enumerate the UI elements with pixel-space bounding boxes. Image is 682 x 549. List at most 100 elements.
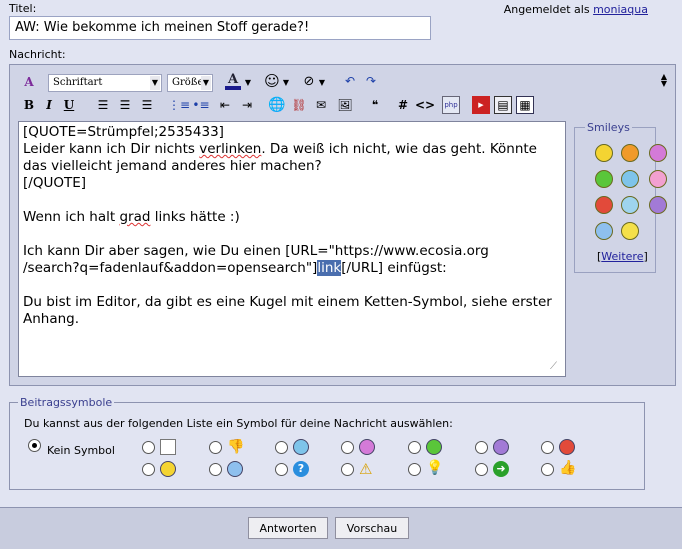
chevron-down-icon[interactable]: ▼ [243, 73, 253, 91]
username-link[interactable]: moniaqua [593, 3, 648, 16]
radio-post-icon[interactable] [209, 463, 222, 476]
radio-post-icon[interactable] [475, 441, 488, 454]
table-icon[interactable]: ▦ [516, 96, 534, 114]
attachment-icon[interactable]: ⊘ [300, 72, 318, 90]
email-link-icon[interactable]: ✉ [312, 96, 330, 114]
smile-icon[interactable] [595, 144, 613, 162]
message-line: /search?q=fadenlauf&addon=opensearch"] [23, 260, 318, 276]
preview-button[interactable]: Vorschau [335, 517, 409, 539]
login-prefix: Angemeldet als [503, 3, 590, 16]
warning-icon: ⚠ [359, 460, 373, 478]
indent-icon[interactable]: ⇥ [238, 96, 256, 114]
wink-icon [293, 439, 309, 455]
message-line: Anhang. [23, 311, 80, 327]
unordered-list-icon[interactable]: •≡ [192, 96, 210, 114]
mad-icon [559, 439, 575, 455]
radio-post-icon[interactable] [408, 463, 421, 476]
underline-button[interactable]: U [60, 96, 78, 114]
message-line: Leider kann ich Dir nichts [23, 141, 200, 157]
message-line: Ich kann Dir aber sagen, wie Du einen [U… [23, 243, 489, 259]
message-line: . Da weiß ich nicht, wie das geht. Könnt… [261, 141, 537, 157]
frown-icon[interactable] [621, 196, 639, 214]
align-left-icon[interactable]: ☰ [94, 96, 112, 114]
youtube-icon[interactable]: ▶ [472, 96, 490, 114]
italic-button[interactable]: I [40, 96, 58, 114]
radio-post-icon[interactable] [408, 441, 421, 454]
align-right-icon[interactable]: ☰ [138, 96, 156, 114]
php-icon[interactable]: php [442, 96, 460, 114]
more-smileys: [Weitere] [597, 250, 648, 263]
lightbulb-icon: 💡 [426, 460, 444, 476]
font-select[interactable]: Schriftart ▼ [48, 74, 162, 92]
text-color-icon[interactable]: A [222, 72, 244, 90]
chevron-down-icon[interactable]: ▼ [317, 73, 327, 91]
code-button[interactable]: # [394, 96, 412, 114]
bracket: ] [643, 250, 648, 263]
align-center-icon[interactable]: ☰ [116, 96, 134, 114]
message-line: [QUOTE=Strümpfel;2535433] [23, 124, 224, 140]
bold-button[interactable]: B [20, 96, 38, 114]
smileys-box: Smileys [Weitere] [574, 121, 667, 273]
post-icons-box: Beitragssymbole Du kannst aus der folgen… [9, 396, 645, 490]
eek-icon[interactable] [649, 196, 667, 214]
message-line: [/URL] einfügst: [341, 260, 447, 276]
switch-mode-icon[interactable]: ▤ [494, 96, 512, 114]
frown-icon [493, 439, 509, 455]
radio-post-icon[interactable] [341, 441, 354, 454]
font-select-value: Schriftart [53, 77, 103, 88]
message-line: Du bist im Editor, da gibt es eine Kugel… [23, 294, 552, 310]
radio-post-icon[interactable] [209, 441, 222, 454]
misspelled-word: grad [119, 209, 151, 225]
grin-icon [426, 439, 442, 455]
chevron-down-icon[interactable]: ▼ [281, 73, 291, 91]
thumbs-down-icon: 👎 [227, 439, 245, 455]
message-line: Wenn ich halt [23, 209, 120, 225]
ordered-list-icon[interactable]: ⋮≡ [168, 96, 190, 114]
insert-link-icon[interactable]: 🌐 [268, 96, 286, 114]
message-textarea[interactable]: [QUOTE=Strümpfel;2535433] Leider kann ic… [18, 121, 566, 377]
smiley-menu-icon[interactable]: ☺ [263, 72, 281, 90]
redo-icon[interactable]: ↷ [362, 72, 380, 90]
grin-icon[interactable] [595, 170, 613, 188]
size-select-value: Größe [172, 77, 204, 88]
radio-post-icon[interactable] [475, 463, 488, 476]
question-icon: ? [293, 461, 309, 477]
title-label: Titel: [9, 2, 37, 15]
unlink-icon[interactable]: ⛓ [290, 96, 308, 114]
editor: A Schriftart ▼ Größe ▼ A ▼ ☺ ▼ ⊘ ▼ ↶ ↷ ▲… [9, 64, 676, 386]
rolleyes-icon[interactable] [595, 222, 613, 240]
message-line: [/QUOTE] [23, 175, 86, 191]
confused-icon[interactable] [621, 144, 639, 162]
undo-icon[interactable]: ↶ [341, 72, 359, 90]
cool-icon[interactable] [621, 222, 639, 240]
radio-post-icon[interactable] [541, 441, 554, 454]
radio-post-icon[interactable] [341, 463, 354, 476]
remove-format-icon[interactable]: A [20, 73, 38, 91]
resize-toggle-icon[interactable]: ▲ ▼ [655, 71, 673, 89]
more-smileys-link[interactable]: Weitere [601, 250, 643, 263]
resize-grip-icon[interactable]: ⟋ [550, 361, 564, 375]
big-grin-icon [359, 439, 375, 455]
radio-no-symbol[interactable] [28, 439, 41, 452]
radio-post-icon[interactable] [275, 441, 288, 454]
misspelled-word: verlinken [199, 141, 262, 157]
insert-image-icon[interactable]: 🖼 [336, 96, 354, 114]
arrow-right-icon: ➜ [493, 461, 509, 477]
size-select[interactable]: Größe ▼ [167, 74, 213, 92]
radio-post-icon[interactable] [142, 463, 155, 476]
outdent-icon[interactable]: ⇤ [216, 96, 234, 114]
submit-button[interactable]: Antworten [248, 517, 328, 539]
cool-icon [227, 461, 243, 477]
html-button[interactable]: <> [415, 96, 435, 114]
message-label: Nachricht: [9, 48, 66, 61]
radio-post-icon[interactable] [541, 463, 554, 476]
wink-icon[interactable] [621, 170, 639, 188]
post-icons-instruction: Du kannst aus der folgenden Liste ein Sy… [24, 417, 453, 430]
mad-icon[interactable] [595, 196, 613, 214]
radio-post-icon[interactable] [142, 441, 155, 454]
radio-post-icon[interactable] [275, 463, 288, 476]
quote-icon[interactable]: ❝ [366, 96, 384, 114]
title-input[interactable]: AW: Wie bekomme ich meinen Stoff gerade?… [9, 16, 431, 40]
tongue-icon[interactable] [649, 170, 667, 188]
big-grin-icon[interactable] [649, 144, 667, 162]
